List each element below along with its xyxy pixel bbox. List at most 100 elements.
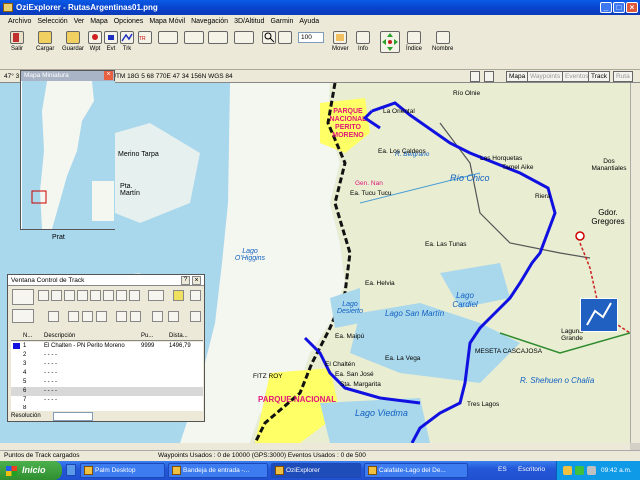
track-control-window[interactable]: Ventana Control de Track ? × N... Descri… xyxy=(7,274,205,422)
track-help-button[interactable]: ? xyxy=(181,276,190,285)
nombre-button[interactable]: Nombre xyxy=(432,31,453,61)
track-up-icon[interactable] xyxy=(116,311,127,322)
col-puntos[interactable]: Pu... xyxy=(141,331,153,341)
menu-navegacion[interactable]: Navegación xyxy=(191,18,228,25)
track-draw-icon[interactable] xyxy=(38,290,49,301)
table-row[interactable]: 2- - - - xyxy=(11,351,203,360)
desktop-toolbar[interactable]: Escritorio xyxy=(518,466,545,473)
horizontal-scrollbar[interactable] xyxy=(0,443,630,450)
track-label-icon[interactable] xyxy=(103,290,114,301)
task-oziexplorer[interactable]: OziExplorer xyxy=(271,463,361,478)
col-n[interactable]: N... xyxy=(23,331,32,341)
help-icon[interactable] xyxy=(173,290,184,301)
col-distancia[interactable]: Dista... xyxy=(169,331,188,341)
track-trace-icon[interactable] xyxy=(12,309,34,323)
track-merge-icon[interactable] xyxy=(148,290,164,301)
cargar-button[interactable]: Cargar xyxy=(36,31,54,61)
minimap-window[interactable]: Mapa Miniatura × xyxy=(20,70,115,230)
vertical-scrollbar[interactable] xyxy=(630,83,640,443)
track-clear-icon[interactable] xyxy=(190,311,201,322)
minimap-close-button[interactable]: × xyxy=(104,71,113,80)
zoom-page-button[interactable] xyxy=(278,31,292,61)
menu-mapa-movil[interactable]: Mapa Móvil xyxy=(149,18,185,25)
compass-icon[interactable] xyxy=(580,298,618,332)
task-bandeja[interactable]: Bandeja de entrada -... xyxy=(168,463,268,478)
trace-button[interactable]: TR xyxy=(138,31,152,61)
salir-button[interactable]: Salir xyxy=(10,31,24,61)
task-calafate[interactable]: Calafate-Lago del De... xyxy=(364,463,468,478)
task-palm-desktop[interactable]: Palm Desktop xyxy=(80,463,165,478)
track-insert-icon[interactable] xyxy=(77,290,88,301)
track-delete-icon[interactable] xyxy=(90,290,101,301)
save-map-icon[interactable] xyxy=(484,71,494,82)
table-row[interactable]: 3- - - - xyxy=(11,360,203,369)
mover-button[interactable]: Mover xyxy=(332,31,349,61)
minimize-button[interactable]: _ xyxy=(600,2,612,13)
toolbar: Salir Cargar Guardar Wpt Evt Trk TR 100 … xyxy=(0,28,640,70)
menu-ayuda[interactable]: Ayuda xyxy=(299,18,319,25)
menu-mapa[interactable]: Mapa xyxy=(90,18,108,25)
table-row[interactable]: 1 El Chalten - PN Perito Moreno 9999 149… xyxy=(11,342,203,351)
guardar-button[interactable]: Guardar xyxy=(62,31,84,61)
zoom-select[interactable]: 100 xyxy=(298,32,324,43)
menu-ver[interactable]: Ver xyxy=(74,18,85,25)
table-row[interactable]: 4- - - - xyxy=(11,369,203,378)
evt-button[interactable]: Evt xyxy=(104,31,118,61)
tab-mapa[interactable]: Mapa xyxy=(506,71,529,82)
close-button[interactable]: × xyxy=(626,2,638,13)
status-left: Puntos de Track cargados xyxy=(4,452,80,459)
tray-icon[interactable] xyxy=(563,466,572,475)
menu-garmin[interactable]: Garmin xyxy=(270,18,293,25)
maximize-button[interactable]: □ xyxy=(613,2,625,13)
col-descripcion[interactable]: Descripción xyxy=(44,331,75,341)
print-icon[interactable] xyxy=(470,71,480,82)
info-button[interactable]: Info xyxy=(356,31,370,61)
track-settings-icon[interactable] xyxy=(190,290,201,301)
trk-button[interactable]: Trk xyxy=(120,31,134,61)
label-lago-ohiggins: Lago O'Higgins xyxy=(234,248,266,262)
table-row[interactable]: 8 xyxy=(11,405,203,411)
row-dist: 1496,79 xyxy=(169,343,191,349)
track-hide-icon[interactable] xyxy=(96,311,107,322)
track-list-icon[interactable] xyxy=(68,311,79,322)
track-close-button[interactable]: × xyxy=(192,276,201,285)
waypoint-show-button[interactable] xyxy=(184,31,204,61)
table-row[interactable]: 6- - - - xyxy=(11,387,203,396)
tab-waypoints[interactable]: Waypoints xyxy=(527,71,564,82)
volume-icon[interactable] xyxy=(587,466,596,475)
route-show-button[interactable] xyxy=(208,31,228,61)
resolucion-input[interactable] xyxy=(53,412,93,421)
track-lock-icon[interactable] xyxy=(48,311,59,322)
clock[interactable]: 09:42 a.m. xyxy=(601,461,632,480)
indice-button[interactable]: Índice xyxy=(406,31,422,61)
table-row[interactable]: 5- - - - xyxy=(11,378,203,387)
track-color-icon[interactable] xyxy=(129,290,140,301)
menu-opciones[interactable]: Opciones xyxy=(114,18,144,25)
track-point-icon[interactable] xyxy=(116,290,127,301)
grid-button[interactable] xyxy=(234,31,254,61)
track-visible-icon[interactable] xyxy=(82,311,93,322)
start-button[interactable]: Inicio xyxy=(0,461,62,480)
zoom-in-button[interactable] xyxy=(262,31,276,61)
navigate-button[interactable] xyxy=(380,31,400,61)
label-la-vega: Ea. La Vega xyxy=(385,355,421,362)
waypoint-show-icon xyxy=(184,31,204,44)
track-show-all-icon[interactable] xyxy=(12,289,34,305)
tab-ruta[interactable]: Ruta xyxy=(613,71,633,82)
tray-icon[interactable] xyxy=(575,466,584,475)
track-export-icon[interactable] xyxy=(152,311,163,322)
track-table-header: N... Descripción Pu... Dista... xyxy=(11,331,203,341)
table-row[interactable]: 7- - - - xyxy=(11,396,203,405)
menu-seleccion[interactable]: Selección xyxy=(37,18,67,25)
menu-archivo[interactable]: Archivo xyxy=(8,18,31,25)
wpt-button[interactable]: Wpt xyxy=(88,31,102,61)
track-import-icon[interactable] xyxy=(168,311,179,322)
menu-3d[interactable]: 3D/Altitud xyxy=(234,18,264,25)
quick-launch-icon[interactable] xyxy=(66,464,76,476)
track-edit-icon[interactable] xyxy=(51,290,62,301)
language-indicator[interactable]: ES xyxy=(498,466,507,473)
tab-track[interactable]: Track xyxy=(588,71,611,82)
track-down-icon[interactable] xyxy=(130,311,141,322)
track-show-button[interactable] xyxy=(158,31,178,61)
track-move-icon[interactable] xyxy=(64,290,75,301)
